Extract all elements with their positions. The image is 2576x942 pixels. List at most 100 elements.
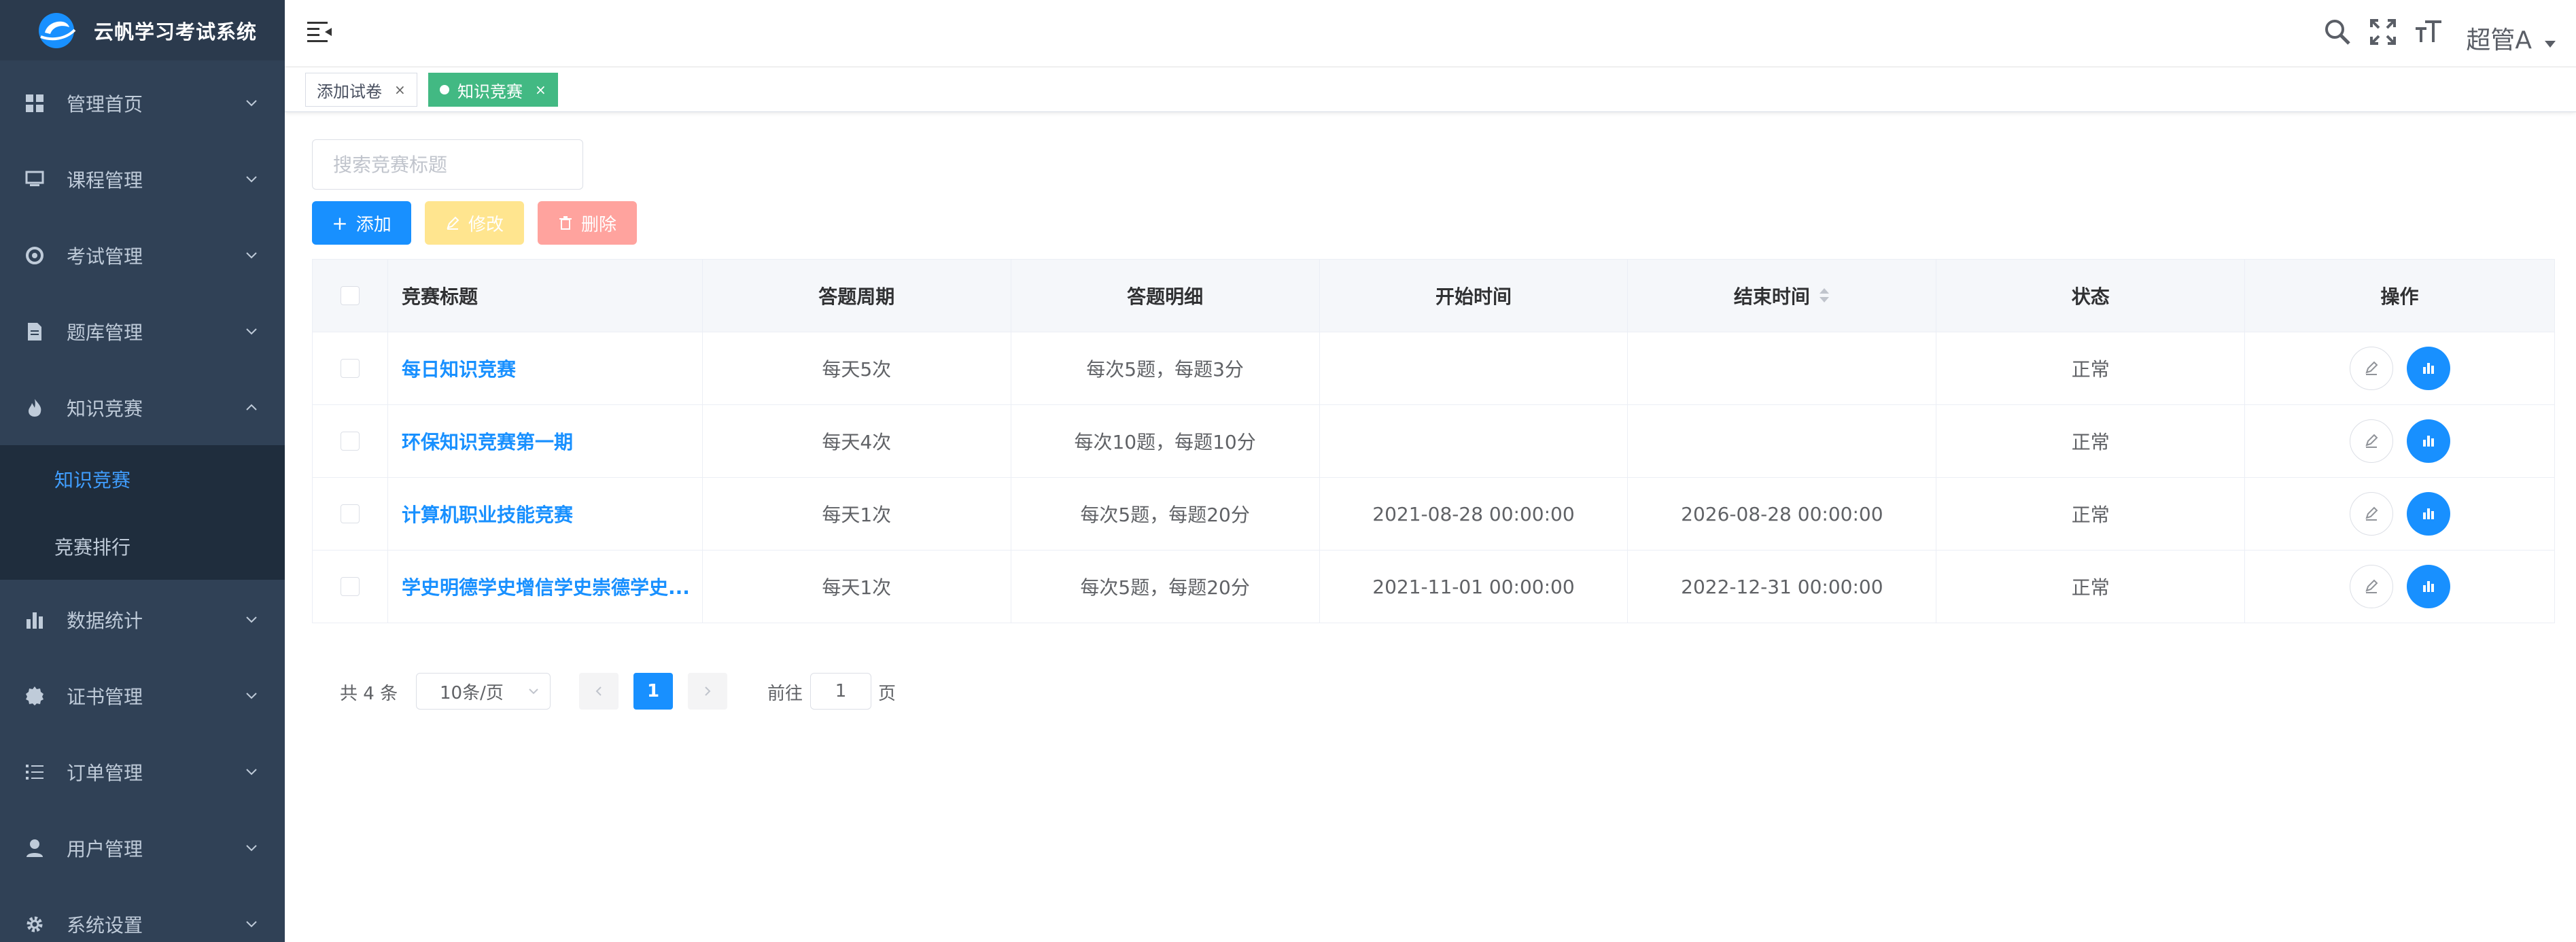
add-button-label: 添加: [355, 214, 391, 235]
sidebar-item-label: 管理首页: [67, 93, 143, 116]
row-edit-button[interactable]: [2349, 347, 2393, 390]
delete-button[interactable]: 删除: [538, 201, 637, 245]
row-checkbox[interactable]: [340, 577, 360, 596]
user-icon: [27, 839, 43, 857]
header-status: 状态: [1936, 260, 2246, 332]
sidebar-item-exams[interactable]: 考试管理: [0, 219, 285, 292]
sidebar-item-dashboard[interactable]: 管理首页: [0, 67, 285, 140]
app-title: 云帆学习考试系统: [94, 20, 258, 43]
header-cycle: 答题周期: [703, 260, 1011, 332]
detail-cell: 每次5题，每题20分: [1011, 478, 1320, 550]
sidebar-item-label: 证书管理: [67, 686, 143, 708]
row-statistics-button[interactable]: [2406, 419, 2450, 463]
certificate-icon: [26, 686, 43, 705]
competition-title-link[interactable]: 计算机职业技能竞赛: [402, 500, 573, 527]
title-cell: 学史明德学史增信学史崇德学史...: [388, 551, 703, 623]
next-page-button[interactable]: [688, 673, 727, 710]
sidebar: 云帆学习考试系统 管理首页 课程管理 考试管理 题库管理 知识竞赛 知识竞赛 竞…: [0, 0, 285, 942]
user-menu-name[interactable]: 超管A: [2466, 20, 2532, 56]
hamburger-menu-icon[interactable]: [307, 20, 333, 43]
fire-icon: [29, 399, 41, 417]
start-time-cell: [1320, 405, 1629, 477]
cycle-cell: 每天4次: [703, 405, 1011, 477]
exam-icon: [26, 247, 43, 264]
header-detail: 答题明细: [1011, 260, 1320, 332]
sidebar-item-label: 知识竞赛: [67, 398, 143, 420]
row-statistics-button[interactable]: [2406, 492, 2450, 536]
tag-add-paper[interactable]: 添加试卷 ×: [305, 73, 417, 107]
header-end-time-label: 结束时间: [1733, 285, 1810, 308]
chevron-left-icon: [595, 686, 602, 696]
detail-cell: 每次10题，每题10分: [1011, 405, 1320, 477]
row-statistics-button[interactable]: [2406, 347, 2450, 390]
cycle-cell: 每天5次: [703, 332, 1011, 404]
page-size-select[interactable]: 10条/页: [416, 673, 551, 710]
title-cell: 计算机职业技能竞赛: [388, 478, 703, 550]
end-time-cell: 2022-12-31 00:00:00: [1628, 551, 1937, 623]
actions-cell: [2245, 405, 2555, 477]
logo-icon: [39, 12, 76, 48]
fullscreen-icon[interactable]: [2369, 18, 2397, 46]
row-statistics-button[interactable]: [2406, 565, 2450, 608]
chevron-down-icon: [246, 845, 257, 852]
sidebar-item-label: 订单管理: [67, 762, 143, 784]
goto-label: 前往: [767, 684, 803, 704]
bar-chart-icon: [2422, 581, 2434, 592]
row-checkbox[interactable]: [340, 504, 360, 523]
row-checkbox[interactable]: [340, 432, 360, 451]
sidebar-item-label: 考试管理: [67, 245, 143, 268]
detail-cell: 每次5题，每题3分: [1011, 332, 1320, 404]
chevron-down-icon: [246, 769, 257, 775]
edit-icon: [2365, 579, 2378, 593]
sidebar-item-certificates[interactable]: 证书管理: [0, 659, 285, 733]
chevron-down-icon: [246, 616, 257, 623]
table-row: 每日知识竞赛 每天5次 每次5题，每题3分 正常: [313, 332, 2555, 405]
add-button[interactable]: + 添加: [312, 201, 411, 245]
row-edit-button[interactable]: [2349, 492, 2393, 536]
row-select-cell: [313, 332, 388, 404]
chevron-down-icon: [246, 100, 257, 107]
select-all-checkbox[interactable]: [340, 286, 360, 305]
status-cell: 正常: [1936, 332, 2246, 404]
header-end-time[interactable]: 结束时间: [1628, 260, 1937, 332]
search-icon[interactable]: [2323, 18, 2352, 46]
caret-down-icon[interactable]: [2545, 41, 2556, 49]
page-number-button[interactable]: 1: [633, 673, 673, 710]
edit-button[interactable]: 修改: [425, 201, 524, 245]
row-checkbox[interactable]: [340, 359, 360, 378]
competition-title-link[interactable]: 环保知识竞赛第一期: [402, 428, 573, 455]
edit-icon: [2365, 434, 2378, 448]
sort-icon[interactable]: [1818, 287, 1830, 304]
row-select-cell: [313, 405, 388, 477]
start-time-cell: 2021-11-01 00:00:00: [1320, 551, 1629, 623]
sidebar-item-statistics[interactable]: 数据统计: [0, 583, 285, 657]
status-cell: 正常: [1936, 405, 2246, 477]
close-icon[interactable]: ×: [535, 82, 546, 98]
table-row: 学史明德学史增信学史崇德学史... 每天1次 每次5题，每题20分 2021-1…: [313, 551, 2555, 623]
sidebar-item-label: 题库管理: [67, 321, 143, 344]
sidebar-item-users[interactable]: 用户管理: [0, 812, 285, 885]
competition-title-link[interactable]: 学史明德学史增信学史崇德学史...: [402, 573, 690, 600]
search-input[interactable]: [312, 139, 583, 190]
sidebar-item-orders[interactable]: 订单管理: [0, 735, 285, 809]
sidebar-item-label: 数据统计: [67, 610, 143, 632]
table-row: 计算机职业技能竞赛 每天1次 每次5题，每题20分 2021-08-28 00:…: [313, 478, 2555, 551]
row-edit-button[interactable]: [2349, 565, 2393, 608]
submenu-item-competition[interactable]: 知识竞赛: [0, 445, 285, 512]
tag-competition[interactable]: 知识竞赛 ×: [428, 73, 558, 107]
close-icon[interactable]: ×: [394, 82, 406, 98]
row-edit-button[interactable]: [2349, 419, 2393, 463]
sidebar-item-courses[interactable]: 课程管理: [0, 143, 285, 216]
sidebar-item-question-bank[interactable]: 题库管理: [0, 295, 285, 368]
sidebar-item-competition[interactable]: 知识竞赛: [0, 371, 285, 444]
competition-title-link[interactable]: 每日知识竞赛: [402, 355, 516, 382]
submenu-item-ranking[interactable]: 竞赛排行: [0, 512, 285, 580]
sidebar-item-settings[interactable]: 系统设置: [0, 888, 285, 942]
goto-page-input[interactable]: [810, 673, 871, 710]
chevron-up-icon: [246, 404, 257, 411]
bar-chart-icon: [27, 612, 43, 629]
font-size-icon[interactable]: [2414, 18, 2443, 46]
trash-icon: [559, 216, 572, 230]
tag-label: 添加试卷: [317, 82, 382, 101]
prev-page-button[interactable]: [579, 673, 619, 710]
